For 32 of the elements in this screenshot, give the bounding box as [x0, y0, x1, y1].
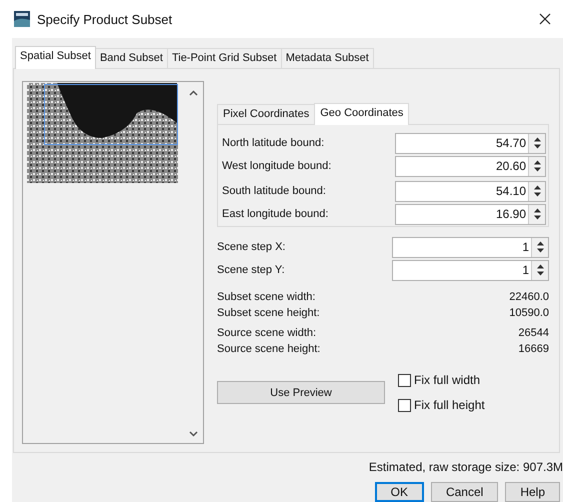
checkbox-label: Fix full width: [414, 373, 480, 387]
dialog-button[interactable]: OK: [374, 482, 424, 502]
info-value: 26544: [518, 326, 549, 341]
info-label: Source scene width:: [217, 326, 316, 341]
field-label: Scene step Y:: [217, 264, 285, 276]
info-label: Subset scene height:: [217, 306, 320, 321]
use-preview-button[interactable]: Use Preview: [217, 381, 385, 404]
scroll-down-icon[interactable]: [188, 431, 198, 437]
selection-rectangle[interactable]: [44, 84, 178, 145]
field-label: North latitude bound:: [222, 137, 324, 149]
field-label: Scene step X:: [217, 241, 286, 253]
scroll-up-icon[interactable]: [188, 90, 198, 96]
window-title: Specify Product Subset: [37, 12, 174, 26]
info-value: 10590.0: [509, 306, 549, 321]
dialog-button[interactable]: Cancel: [430, 482, 498, 502]
field-label: South latitude bound:: [222, 185, 326, 197]
info-label: Source scene height:: [217, 342, 320, 357]
checkbox[interactable]: [398, 398, 411, 412]
storage-estimate: Estimated, raw storage size: 907.3M: [368, 460, 563, 474]
info-value: 16669: [518, 342, 549, 357]
checkbox[interactable]: [398, 374, 411, 386]
tab[interactable]: Geo Coordinates: [314, 103, 410, 125]
tab[interactable]: Spatial Subset: [15, 46, 96, 69]
dialog-button[interactable]: Help: [505, 482, 560, 502]
field-label: East longitude bound:: [222, 208, 328, 220]
info-label: Subset scene width:: [217, 290, 316, 305]
info-value: 22460.0: [509, 290, 549, 305]
tab[interactable]: Metadata Subset: [280, 48, 374, 68]
app-icon: [14, 11, 30, 27]
checkbox-label: Fix full height: [414, 398, 485, 412]
close-icon[interactable]: [539, 13, 551, 25]
field-label: West longitude bound:: [222, 160, 332, 172]
